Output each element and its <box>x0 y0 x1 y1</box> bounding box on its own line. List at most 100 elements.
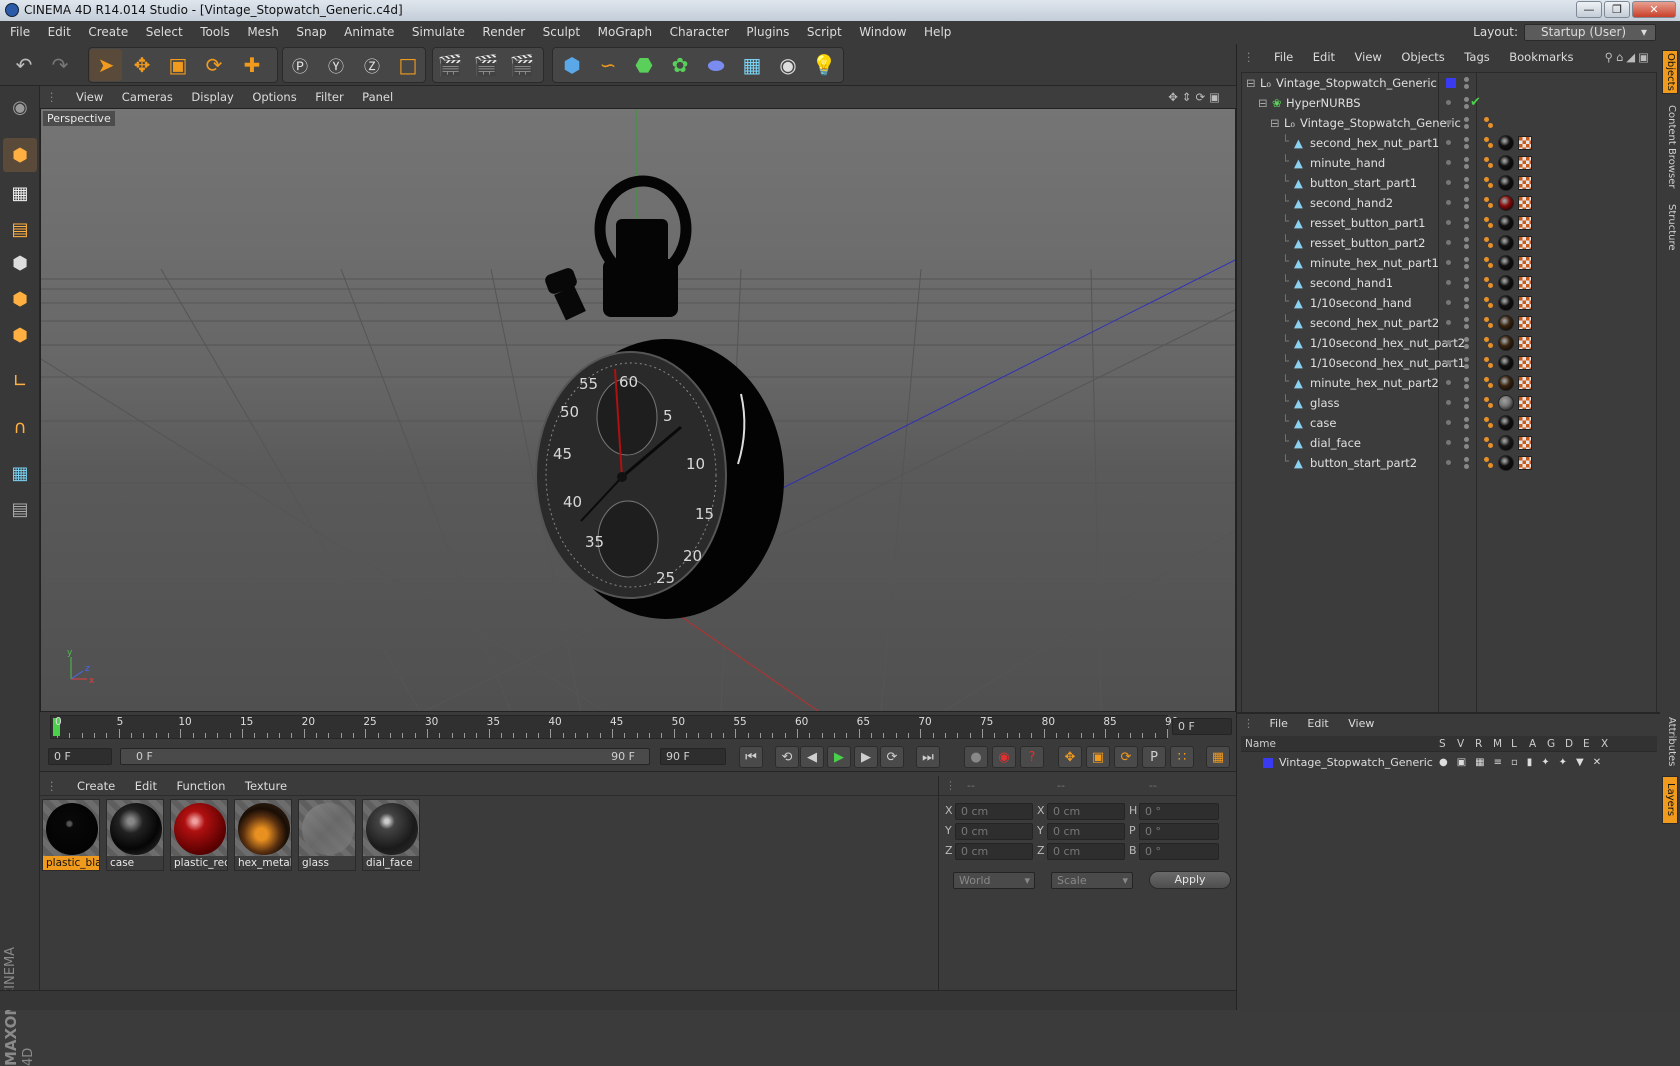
material-tag-icon[interactable] <box>1498 455 1514 471</box>
mograph-cloner-icon[interactable]: ✿ <box>664 49 696 81</box>
menu-render[interactable]: Render <box>482 25 525 39</box>
phong-tag-icon[interactable] <box>1488 403 1493 408</box>
visibility-dot[interactable] <box>1464 77 1469 82</box>
visibility-dot[interactable] <box>1446 320 1451 325</box>
render-dot[interactable] <box>1464 84 1469 89</box>
visibility-dot[interactable] <box>1464 437 1469 442</box>
texture-tag-icon[interactable] <box>1518 236 1532 250</box>
search-icon[interactable]: ⚲⌂◢▣ <box>1605 46 1652 68</box>
texture-tag-icon[interactable] <box>1518 316 1532 330</box>
render-dot[interactable] <box>1464 344 1469 349</box>
texture-tag-icon[interactable] <box>1518 276 1532 290</box>
material-tag-icon[interactable] <box>1498 235 1514 251</box>
menu-script[interactable]: Script <box>807 25 842 39</box>
prev-key-icon[interactable]: ⟲ <box>775 746 799 768</box>
visibility-dot[interactable] <box>1446 400 1451 405</box>
phong-tag-icon[interactable] <box>1484 317 1489 322</box>
visibility-dot[interactable] <box>1464 177 1469 182</box>
phong-tag-icon[interactable] <box>1484 357 1489 362</box>
tree-row-object[interactable]: └ ▲ second_hex_nut_part2 <box>1242 313 1656 333</box>
tab-attributes[interactable]: Attributes <box>1662 714 1678 770</box>
menu-character[interactable]: Character <box>670 25 729 39</box>
points-mode-icon[interactable]: ⬢ <box>3 246 37 280</box>
phong-tag-icon[interactable] <box>1488 303 1493 308</box>
tree-row-object[interactable]: └ ▲ dial_face <box>1242 433 1656 453</box>
material-swatch[interactable]: glass <box>298 799 356 871</box>
texture-tag-icon[interactable] <box>1518 356 1532 370</box>
tree-row-object[interactable]: └ ▲ minute_hand <box>1242 153 1656 173</box>
texture-tag-icon[interactable] <box>1518 136 1532 150</box>
phong-tag-icon[interactable] <box>1484 257 1489 262</box>
material-swatch[interactable]: plastic_black <box>42 799 100 871</box>
phong-tag-icon[interactable] <box>1488 203 1493 208</box>
timeline-ruler[interactable]: 051015202530354045505560657075808590 0 F <box>40 712 1236 742</box>
x-axis-lock-icon[interactable]: Ⓟ <box>284 49 316 81</box>
viewport-menu-filter[interactable]: Filter <box>315 90 343 104</box>
tree-row-object[interactable]: └ ▲ case <box>1242 413 1656 433</box>
tree-row-object[interactable]: └ ▲ minute_hex_nut_part1 <box>1242 253 1656 273</box>
size-y-field[interactable]: 0 cm <box>1047 823 1125 840</box>
texture-tag-icon[interactable] <box>1518 216 1532 230</box>
menu-create[interactable]: Create <box>88 25 128 39</box>
floor-icon[interactable]: ▦ <box>736 49 768 81</box>
tree-row-object[interactable]: └ ▲ second_hex_nut_part1 <box>1242 133 1656 153</box>
visibility-dot[interactable] <box>1464 117 1469 122</box>
current-frame-field[interactable]: 0 F <box>1172 718 1232 735</box>
visibility-dot[interactable] <box>1464 417 1469 422</box>
phong-tag-icon[interactable] <box>1488 383 1493 388</box>
phong-tag-icon[interactable] <box>1484 457 1489 462</box>
layer-menu-file[interactable]: File <box>1270 717 1288 730</box>
object-menu-tags[interactable]: Tags <box>1464 50 1489 64</box>
phong-tag-icon[interactable] <box>1488 363 1493 368</box>
tree-row-object[interactable]: └ ▲ minute_hex_nut_part2 <box>1242 373 1656 393</box>
material-tag-icon[interactable] <box>1498 155 1514 171</box>
record-disabled-icon[interactable]: ● <box>964 746 988 768</box>
3d-viewport[interactable]: 55 50 45 40 35 25 20 15 10 5 60 y x z Pe… <box>40 108 1236 712</box>
live-selection-icon[interactable]: ➤ <box>90 49 122 81</box>
layer-row[interactable]: Vintage_Stopwatch_Generic ●▣▦≡▫▮✦✦▼✕ <box>1241 754 1657 772</box>
visibility-dot[interactable] <box>1446 300 1451 305</box>
material-tag-icon[interactable] <box>1498 255 1514 271</box>
material-tag-icon[interactable] <box>1498 435 1514 451</box>
tree-row-object[interactable]: └ ▲ 1/10second_hand <box>1242 293 1656 313</box>
layer-menu-edit[interactable]: Edit <box>1307 717 1328 730</box>
visibility-dot[interactable] <box>1446 220 1451 225</box>
object-menu-file[interactable]: File <box>1274 50 1293 64</box>
phong-tag-icon[interactable] <box>1484 377 1489 382</box>
key-parameter-icon[interactable]: P <box>1142 746 1166 768</box>
scale-icon[interactable]: ▣ <box>162 49 194 81</box>
key-move-icon[interactable]: ✥ <box>1058 746 1082 768</box>
frame-range-slider[interactable]: 0 F 90 F <box>120 748 650 765</box>
rotate-icon[interactable]: ⟳ <box>198 49 230 81</box>
z-axis-lock-icon[interactable]: Ⓩ <box>356 49 388 81</box>
light-icon[interactable]: 💡 <box>808 49 840 81</box>
visibility-dot[interactable] <box>1446 100 1451 105</box>
menu-mograph[interactable]: MoGraph <box>598 25 653 39</box>
texture-tag-icon[interactable] <box>1518 196 1532 210</box>
phong-tag-icon[interactable] <box>1484 297 1489 302</box>
maximize-button[interactable]: ❐ <box>1604 1 1630 18</box>
material-menu-create[interactable]: Create <box>77 779 115 793</box>
texture-tag-icon[interactable] <box>1518 176 1532 190</box>
goto-start-icon[interactable]: ⏮ <box>739 746 763 768</box>
render-dot[interactable] <box>1464 464 1469 469</box>
autokey-help-icon[interactable]: ? <box>1020 746 1044 768</box>
visibility-dot[interactable] <box>1464 317 1469 322</box>
phong-tag-icon[interactable] <box>1484 197 1489 202</box>
render-dot[interactable] <box>1464 264 1469 269</box>
menu-file[interactable]: File <box>10 25 30 39</box>
visibility-dot[interactable] <box>1446 340 1451 345</box>
size-mode-select[interactable]: Scale ▾ <box>1051 872 1133 889</box>
visibility-dot[interactable] <box>1464 397 1469 402</box>
key-scale-icon[interactable]: ▣ <box>1086 746 1110 768</box>
material-menu-texture[interactable]: Texture <box>245 779 287 793</box>
phong-tag-icon[interactable] <box>1488 163 1493 168</box>
tree-row-object[interactable]: └ ▲ glass <box>1242 393 1656 413</box>
timeline-track[interactable]: 051015202530354045505560657075808590 <box>50 715 1178 739</box>
visibility-dot[interactable] <box>1464 257 1469 262</box>
menu-mesh[interactable]: Mesh <box>247 25 279 39</box>
undo-icon[interactable]: ↶ <box>8 49 40 81</box>
tab-content-browser[interactable]: Content Browser <box>1662 102 1678 192</box>
tree-row-root[interactable]: ⊟ L₀ Vintage_Stopwatch_Generic <box>1242 73 1656 93</box>
material-tag-icon[interactable] <box>1498 335 1514 351</box>
